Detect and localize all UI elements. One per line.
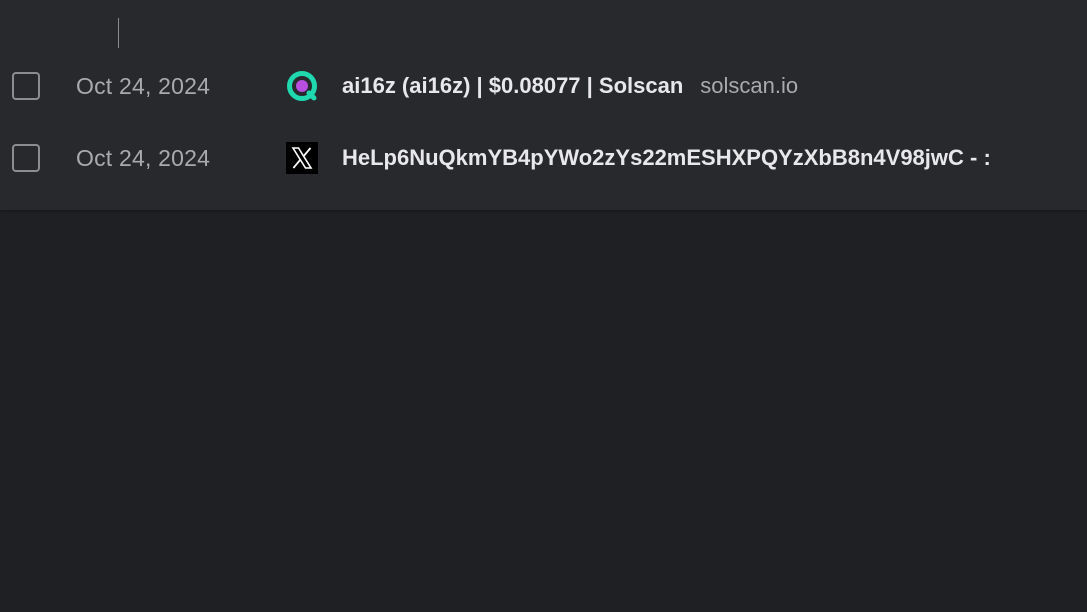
x-icon — [286, 142, 318, 174]
row-title-link[interactable]: HeLp6NuQkmYB4pYWo2zYs22mESHXPQYzXbB8n4V9… — [342, 145, 991, 171]
row-title-link[interactable]: ai16z (ai16z) | $0.08077 | Solscan solsca… — [342, 73, 798, 99]
history-row[interactable]: Oct 24, 2024 ai16z (ai16z) | $0.08077 | … — [0, 56, 1087, 116]
row-date: Oct 24, 2024 — [76, 144, 211, 171]
row-title: HeLp6NuQkmYB4pYWo2zYs22mESHXPQYzXbB8n4V9… — [342, 145, 991, 170]
row-date: Oct 24, 2024 — [76, 72, 211, 99]
row-title: ai16z (ai16z) | $0.08077 | Solscan — [342, 73, 684, 98]
row-checkbox[interactable] — [12, 72, 40, 100]
solscan-icon — [286, 70, 318, 102]
row-domain: solscan.io — [700, 73, 799, 98]
column-divider[interactable] — [118, 18, 119, 48]
history-row[interactable]: Oct 24, 2024 HeLp6NuQkmYB4pYWo2zYs22mESH… — [0, 128, 1087, 188]
row-checkbox[interactable] — [12, 144, 40, 172]
history-list-panel: Oct 24, 2024 ai16z (ai16z) | $0.08077 | … — [0, 0, 1087, 210]
